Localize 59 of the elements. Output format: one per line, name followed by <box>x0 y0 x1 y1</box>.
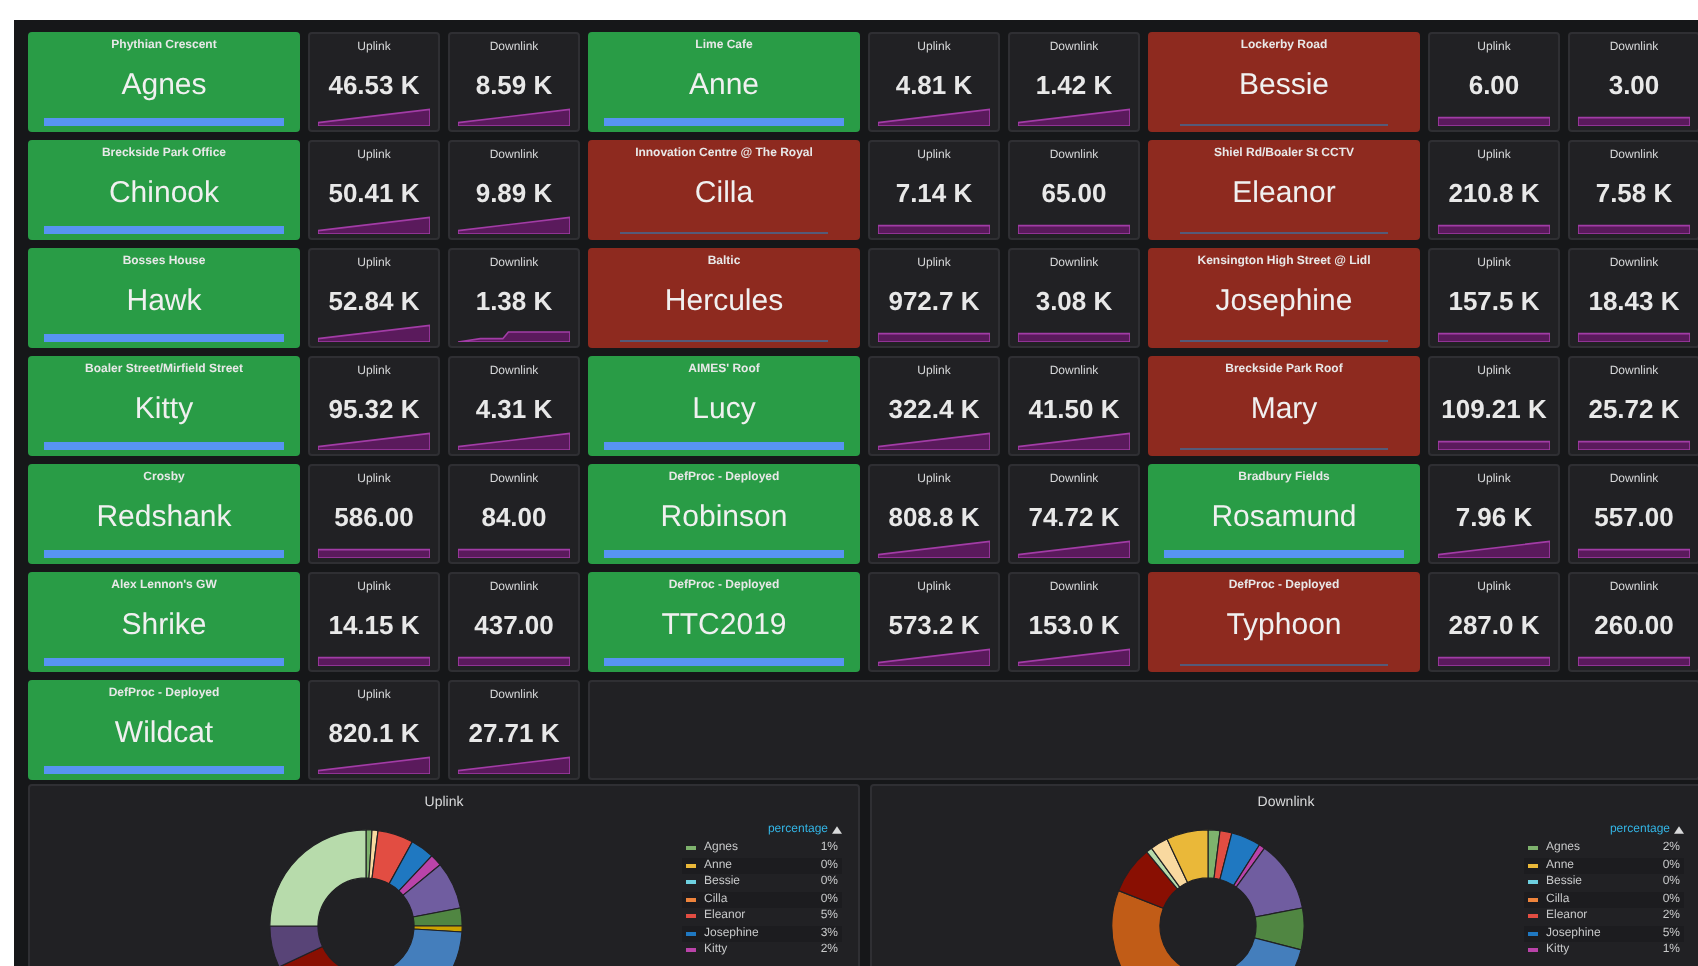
site-name: Typhoon <box>1226 608 1342 642</box>
site-name: Mary <box>1250 392 1318 426</box>
sort-caret-icon <box>1674 826 1684 834</box>
stat-value: 18.43 K <box>1588 286 1680 316</box>
site-name: Redshank <box>96 500 232 534</box>
stat-value: 14.15 K <box>328 610 420 640</box>
site-name: TTC2019 <box>661 608 787 642</box>
stat-value: 437.00 <box>474 610 554 640</box>
site-name: Shrike <box>121 608 207 642</box>
stat-value: 586.00 <box>334 502 414 532</box>
stat-value: 820.1 K <box>328 718 420 748</box>
site-name: Rosamund <box>1211 500 1357 534</box>
stat-value: 7.58 K <box>1595 178 1673 208</box>
site-name: Robinson <box>660 500 788 534</box>
stat-value: 3.00 <box>1608 70 1660 100</box>
site-name: Eleanor <box>1232 176 1336 210</box>
stat-value: 109.21 K <box>1441 394 1547 424</box>
stat-value: 95.32 K <box>328 394 420 424</box>
stat-value: 4.81 K <box>895 70 973 100</box>
stat-value: 1.38 K <box>475 286 553 316</box>
stat-value: 52.84 K <box>328 286 420 316</box>
site-name: Wildcat <box>114 716 214 750</box>
stat-value: 65.00 <box>1041 178 1107 208</box>
site-name: Hawk <box>126 284 202 318</box>
site-name: Anne <box>688 68 760 102</box>
stat-value: 210.8 K <box>1448 178 1540 208</box>
site-name: Hercules <box>664 284 784 318</box>
site-name: Bessie <box>1238 68 1330 102</box>
stat-value: 27.71 K <box>468 718 560 748</box>
stat-value: 3.08 K <box>1035 286 1113 316</box>
stat-value: 74.72 K <box>1028 502 1120 532</box>
stat-value: 4.31 K <box>475 394 553 424</box>
stat-value: 41.50 K <box>1028 394 1120 424</box>
stat-value: 9.89 K <box>475 178 553 208</box>
site-name: Josephine <box>1215 284 1353 318</box>
stat-value: 46.53 K <box>328 70 420 100</box>
site-name: Agnes <box>121 68 207 102</box>
site-name: Chinook <box>108 176 220 210</box>
stat-value: 25.72 K <box>1588 394 1680 424</box>
stat-value: 50.41 K <box>328 178 420 208</box>
stat-value: 153.0 K <box>1028 610 1120 640</box>
stat-value: 1.42 K <box>1035 70 1113 100</box>
stat-value: 573.2 K <box>888 610 980 640</box>
stat-value: 972.7 K <box>888 286 980 316</box>
site-name: Kitty <box>134 392 194 426</box>
stat-value: 808.8 K <box>888 502 980 532</box>
sort-caret-icon <box>832 826 842 834</box>
stat-value: 8.59 K <box>475 70 553 100</box>
stat-value: 260.00 <box>1594 610 1674 640</box>
stat-value: 287.0 K <box>1448 610 1540 640</box>
stat-value: 7.14 K <box>895 178 973 208</box>
stat-value: 84.00 <box>481 502 547 532</box>
site-name: Lucy <box>692 392 756 426</box>
stat-value: 557.00 <box>1594 502 1674 532</box>
site-name: Cilla <box>694 176 754 210</box>
stat-value: 6.00 <box>1468 70 1520 100</box>
stat-value: 157.5 K <box>1448 286 1540 316</box>
stat-value: 322.4 K <box>888 394 980 424</box>
stat-value: 7.96 K <box>1455 502 1533 532</box>
